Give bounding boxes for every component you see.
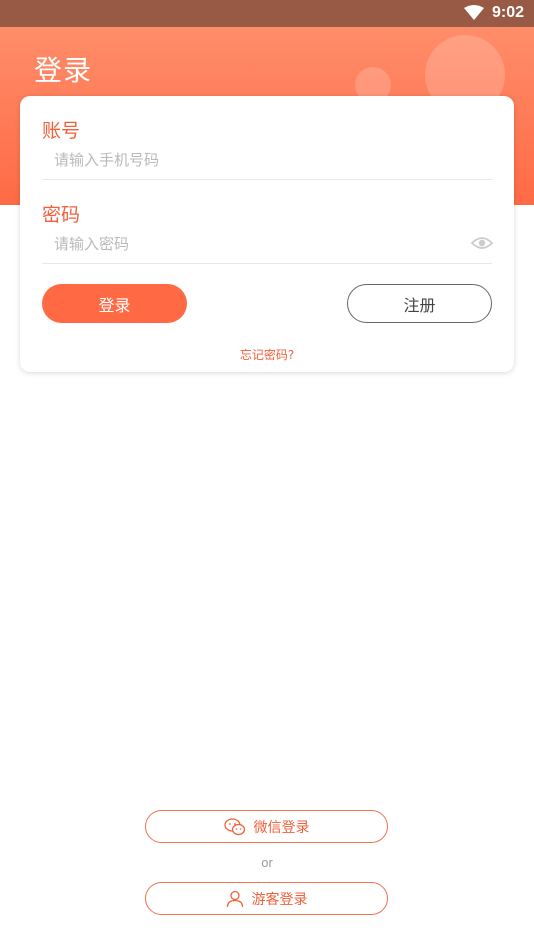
wechat-login-button[interactable]: 微信登录 — [145, 810, 388, 843]
account-label: 账号 — [42, 120, 81, 142]
or-separator: or — [261, 855, 273, 870]
password-input[interactable] — [42, 224, 492, 264]
guest-login-button[interactable]: 游客登录 — [145, 882, 388, 915]
forgot-password-link[interactable]: 忘记密码? — [20, 346, 514, 363]
status-bar: 9:02 — [0, 0, 534, 27]
register-button[interactable]: 注册 — [347, 284, 492, 323]
wifi-icon — [463, 5, 484, 20]
page-title: 登录 — [34, 54, 93, 87]
guest-login-label: 游客登录 — [251, 891, 308, 908]
user-icon — [226, 890, 243, 907]
status-time: 9:02 — [491, 4, 524, 21]
login-button[interactable]: 登录 — [42, 284, 187, 323]
account-input[interactable] — [42, 140, 492, 180]
eye-icon[interactable] — [471, 235, 493, 251]
wechat-icon — [223, 817, 245, 835]
wechat-login-label: 微信登录 — [253, 819, 310, 836]
password-label: 密码 — [42, 204, 81, 226]
status-right: 9:02 — [463, 4, 524, 22]
login-card: 账号 密码 登录 注册 忘记密码? — [20, 96, 514, 372]
